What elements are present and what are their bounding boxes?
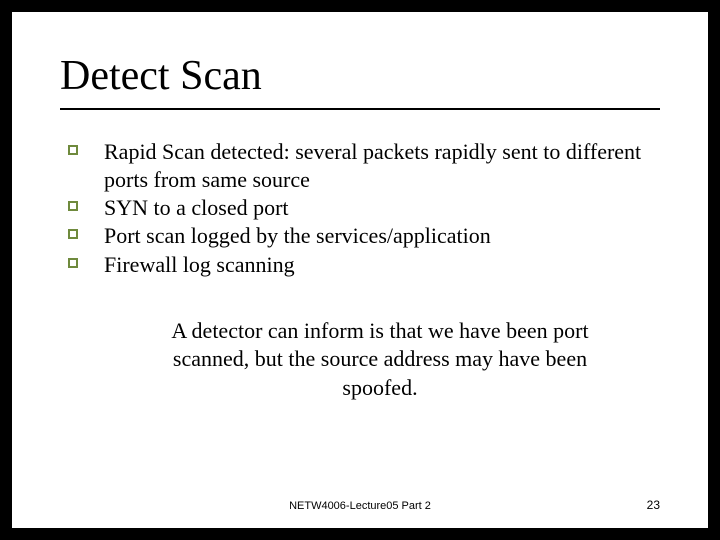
list-item: Rapid Scan detected: several packets rap… [68, 138, 660, 194]
bullet-text: Firewall log scanning [104, 252, 295, 277]
bullet-list: Rapid Scan detected: several packets rap… [68, 138, 660, 279]
square-bullet-icon [68, 145, 78, 155]
list-item: Port scan logged by the services/applica… [68, 222, 660, 250]
title-rule [60, 108, 660, 110]
list-item: Firewall log scanning [68, 251, 660, 279]
body-paragraph: A detector can inform is that we have be… [60, 317, 660, 403]
bullet-text: Port scan logged by the services/applica… [104, 223, 491, 248]
page-number: 23 [460, 498, 660, 512]
square-bullet-icon [68, 229, 78, 239]
square-bullet-icon [68, 201, 78, 211]
bullet-text: SYN to a closed port [104, 195, 289, 220]
slide-title: Detect Scan [60, 52, 660, 100]
footer: NETW4006-Lecture05 Part 2 23 [12, 498, 708, 512]
slide: Detect Scan Rapid Scan detected: several… [12, 12, 708, 528]
bullet-text: Rapid Scan detected: several packets rap… [104, 139, 641, 192]
list-item: SYN to a closed port [68, 194, 660, 222]
footer-center: NETW4006-Lecture05 Part 2 [260, 500, 460, 512]
square-bullet-icon [68, 258, 78, 268]
